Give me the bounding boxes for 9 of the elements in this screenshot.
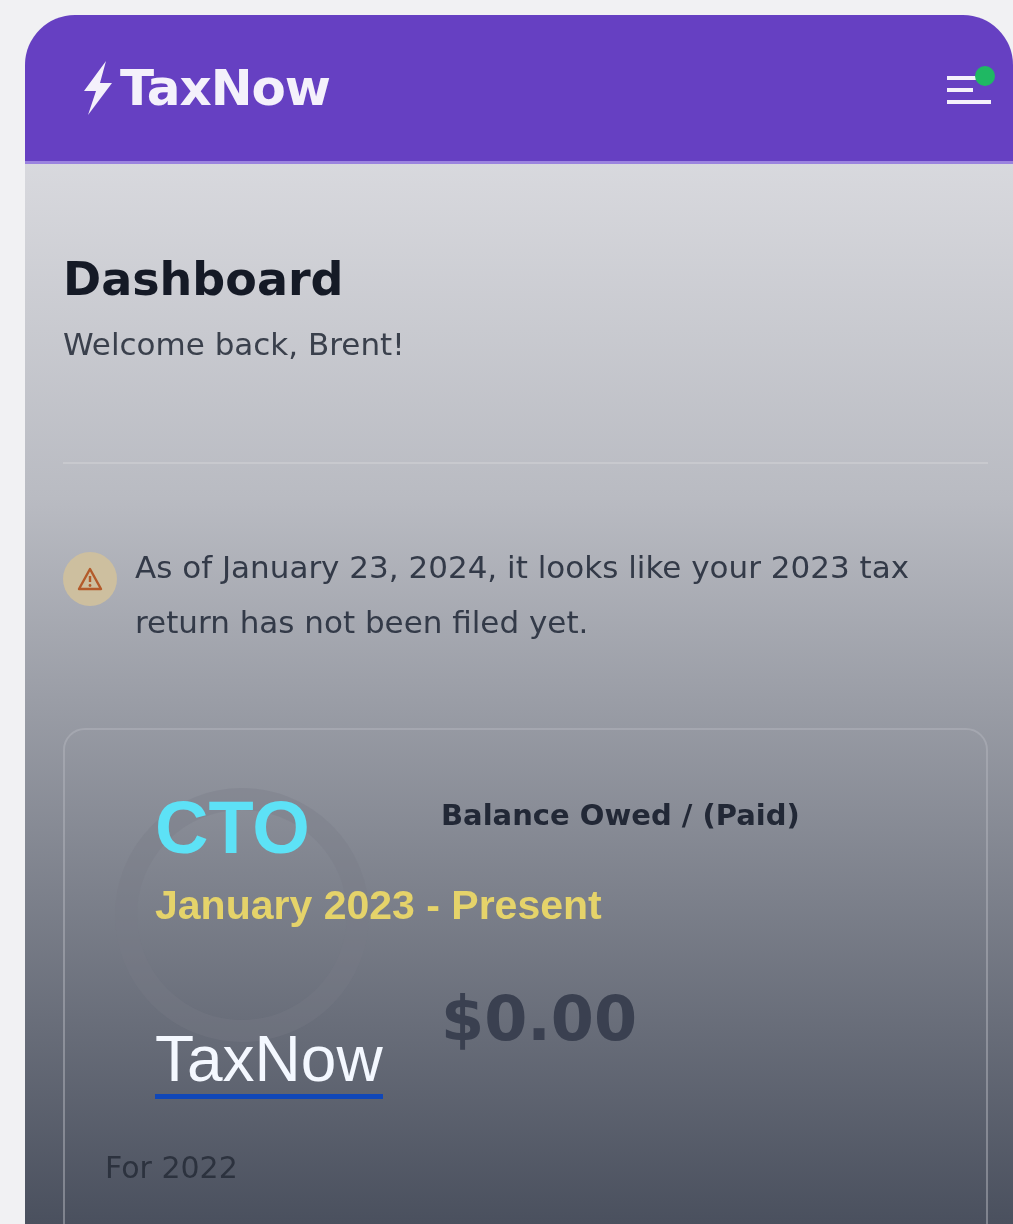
welcome-text: Welcome back, Brent!: [63, 326, 406, 362]
job-title: CTO: [155, 785, 310, 870]
company-link[interactable]: TaxNow: [155, 1024, 383, 1100]
page-title: Dashboard: [63, 252, 345, 306]
alert-message: As of January 23, 2024, it looks like your 2023 tax return has not been filed yet.: [135, 548, 910, 642]
app-logo: TaxNow: [120, 59, 331, 117]
balance-label: Balance Owed / (Paid): [441, 798, 800, 832]
warning-icon: [63, 552, 117, 606]
date-range: January 2023 - Present: [155, 882, 602, 929]
